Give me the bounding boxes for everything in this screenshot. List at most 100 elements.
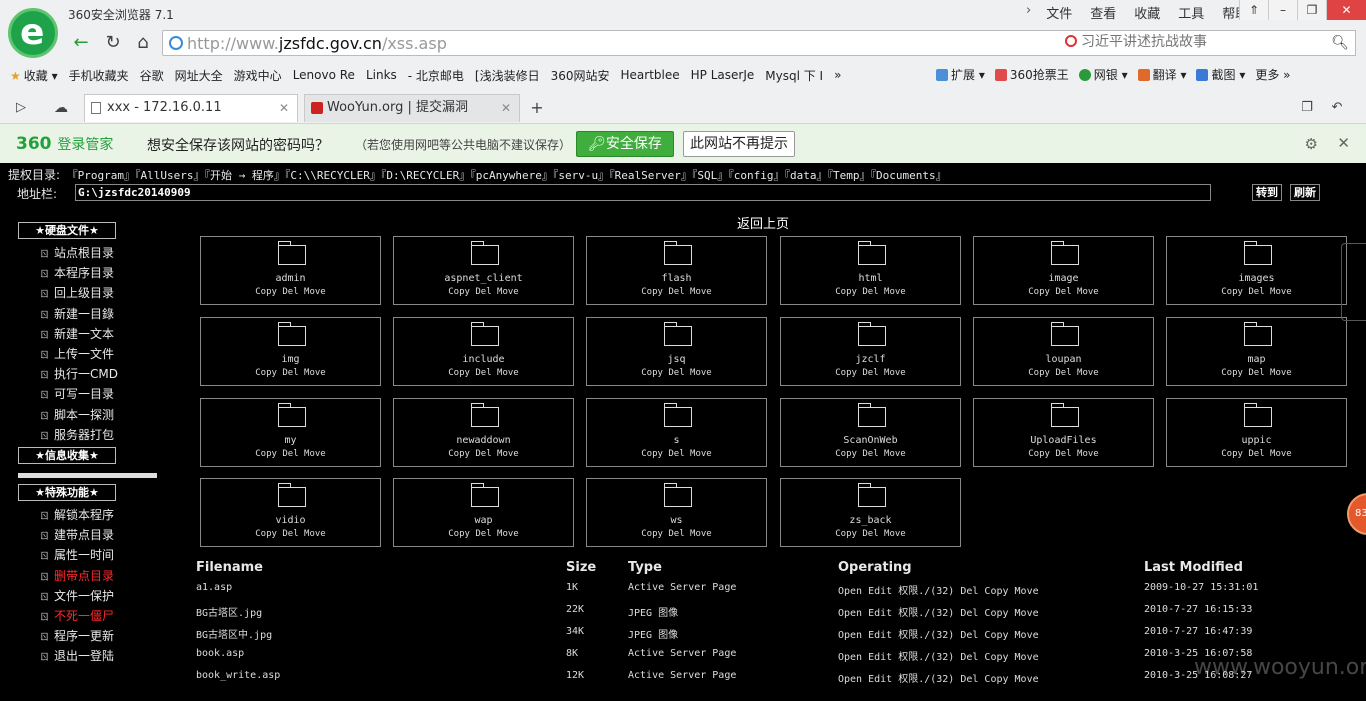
folder-item[interactable]: html Copy Del Move <box>780 236 961 305</box>
sidebar-item-disk[interactable]: ㄖ本程序目录 <box>40 264 158 284</box>
folder-name[interactable]: vidio <box>201 515 380 526</box>
sidebar-item-disk[interactable]: ㄖ执行一CMD <box>40 365 158 385</box>
search-box[interactable]: 🔍︎ <box>1059 30 1356 56</box>
file-operations[interactable]: Open Edit 权限./(32) Del Copy Move <box>838 582 1039 597</box>
search-input[interactable] <box>1081 34 1321 50</box>
folder-name[interactable]: html <box>781 273 960 284</box>
bank-button[interactable]: 网银 ▾ <box>1078 66 1128 83</box>
go-button[interactable]: 转到 <box>1252 184 1282 201</box>
file-name[interactable]: BG古塔区中.jpg <box>196 626 272 641</box>
folder-item[interactable]: aspnet_client Copy Del Move <box>393 236 574 305</box>
more-button[interactable]: 更多 » <box>1255 66 1290 83</box>
folder-name[interactable]: loupan <box>974 354 1153 365</box>
privilege-dirs-links[interactable]: 『Program』『AllUsers』『开始 → 程序』『C:\\RECYCLE… <box>67 169 947 182</box>
sidebar-item-disk[interactable]: ㄖ上传一文件 <box>40 345 158 365</box>
folder-name[interactable]: aspnet_client <box>394 273 573 284</box>
folder-name[interactable]: ScanOnWeb <box>781 435 960 446</box>
sidebar-item-disk[interactable]: ㄖ可写一目录 <box>40 385 158 405</box>
folder-name[interactable]: img <box>201 354 380 365</box>
folder-actions[interactable]: Copy Del Move <box>394 287 573 297</box>
folder-name[interactable]: map <box>1167 354 1346 365</box>
search-icon[interactable]: 🔍︎ <box>1331 35 1349 51</box>
menu-file[interactable]: 文件 <box>1037 3 1081 22</box>
sidebar-item-special[interactable]: ㄖ删带点目录 <box>40 567 158 587</box>
folder-actions[interactable]: Copy Del Move <box>974 368 1153 378</box>
folder-actions[interactable]: Copy Del Move <box>201 449 380 459</box>
folder-name[interactable]: admin <box>201 273 380 284</box>
tab-xxx[interactable]: xxx - 172.16.0.11 ✕ <box>84 94 298 122</box>
folder-actions[interactable]: Copy Del Move <box>201 368 380 378</box>
save-password-button[interactable]: 🔑︎安全保存 <box>576 131 674 157</box>
back-page-link[interactable]: 返回上页 <box>737 213 789 232</box>
folder-item[interactable]: map Copy Del Move <box>1166 317 1347 386</box>
folder-actions[interactable]: Copy Del Move <box>201 529 380 539</box>
folder-actions[interactable]: Copy Del Move <box>587 529 766 539</box>
bookmark-item[interactable]: Mysql 下 I <box>765 67 823 84</box>
folder-name[interactable]: jzclf <box>781 354 960 365</box>
folder-name[interactable]: ws <box>587 515 766 526</box>
column-header-type[interactable]: Type <box>628 560 662 575</box>
folder-item[interactable]: uppic Copy Del Move <box>1166 398 1347 467</box>
sidebar-item-special[interactable]: ㄖ属性一时间 <box>40 546 158 566</box>
folder-item[interactable]: s Copy Del Move <box>586 398 767 467</box>
folder-name[interactable]: jsq <box>587 354 766 365</box>
sidebar-item-disk[interactable]: ㄖ站点根目录 <box>40 244 158 264</box>
folder-actions[interactable]: Copy Del Move <box>587 368 766 378</box>
menu-favorites[interactable]: 收藏 <box>1125 3 1169 22</box>
folder-actions[interactable]: Copy Del Move <box>781 529 960 539</box>
sidebar-item-disk[interactable]: ㄖ新建一目錄 <box>40 305 158 325</box>
bookmark-item[interactable]: 手机收藏夹 <box>69 67 129 84</box>
back-arrow-icon[interactable]: ← <box>66 29 96 57</box>
notification-badge[interactable]: 83 <box>1347 493 1366 535</box>
sidebar-item-disk[interactable]: ㄖ服务器打包 <box>40 426 158 446</box>
folder-item[interactable]: jzclf Copy Del Move <box>780 317 961 386</box>
sidebar-toggle-icon[interactable]: ▷ <box>6 94 36 122</box>
file-name[interactable]: a1.asp <box>196 582 232 593</box>
folder-name[interactable]: my <box>201 435 380 446</box>
folder-actions[interactable]: Copy Del Move <box>974 287 1153 297</box>
url-text[interactable]: http://www.jzsfdc.gov.cn/xss.asp <box>187 34 447 53</box>
minimize-button[interactable]: – <box>1268 0 1297 20</box>
folder-actions[interactable]: Copy Del Move <box>394 529 573 539</box>
cloud-icon[interactable]: ☁ <box>46 94 76 122</box>
folder-name[interactable]: flash <box>587 273 766 284</box>
folder-item[interactable]: images Copy Del Move <box>1166 236 1347 305</box>
file-name[interactable]: book.asp <box>196 648 244 659</box>
gear-icon[interactable]: ⚙ <box>1305 135 1318 153</box>
menu-collapse-icon[interactable]: › <box>1020 3 1037 22</box>
file-operations[interactable]: Open Edit 权限./(32) Del Copy Move <box>838 648 1039 663</box>
bookmark-item[interactable]: HP LaserJe <box>691 68 755 82</box>
info-gather-header[interactable]: ★信息收集★ <box>18 447 116 465</box>
file-operations[interactable]: Open Edit 权限./(32) Del Copy Move <box>838 604 1039 619</box>
close-tab-icon[interactable]: ✕ <box>279 95 289 121</box>
folder-item[interactable]: include Copy Del Move <box>393 317 574 386</box>
home-icon[interactable]: ⌂ <box>128 29 158 57</box>
folder-item[interactable]: flash Copy Del Move <box>586 236 767 305</box>
folder-name[interactable]: newaddown <box>394 435 573 446</box>
folder-item[interactable]: newaddown Copy Del Move <box>393 398 574 467</box>
file-name[interactable]: BG古塔区.jpg <box>196 604 262 619</box>
folder-actions[interactable]: Copy Del Move <box>781 449 960 459</box>
sidebar-item-special[interactable]: ㄖ退出一登陆 <box>40 647 158 667</box>
file-name[interactable]: book_write.asp <box>196 670 280 681</box>
new-tab-icon[interactable]: + <box>522 94 552 122</box>
close-tab-icon[interactable]: ✕ <box>501 95 511 121</box>
sidebar-item-special[interactable]: ㄖ不死一僵尸 <box>40 607 158 627</box>
bookmark-item[interactable]: 谷歌 <box>140 67 164 84</box>
folder-item[interactable]: ws Copy Del Move <box>586 478 767 547</box>
folder-actions[interactable]: Copy Del Move <box>781 368 960 378</box>
bookmark-item[interactable]: - 北京邮电 <box>408 67 464 84</box>
folder-name[interactable]: images <box>1167 273 1346 284</box>
folder-item[interactable]: jsq Copy Del Move <box>586 317 767 386</box>
bookmark-item[interactable]: Links <box>366 68 397 82</box>
sidebar-item-disk[interactable]: ㄖ回上级目录 <box>40 284 158 304</box>
sidebar-item-disk[interactable]: ㄖ脚本一探测 <box>40 406 158 426</box>
extensions-button[interactable]: 扩展 ▾ <box>936 66 985 83</box>
folder-actions[interactable]: Copy Del Move <box>781 287 960 297</box>
folder-name[interactable]: uppic <box>1167 435 1346 446</box>
special-functions-header[interactable]: ★特殊功能★ <box>18 484 116 502</box>
folder-actions[interactable]: Copy Del Move <box>1167 368 1346 378</box>
bookmark-item[interactable]: [浅浅装修日 <box>475 67 540 84</box>
folder-actions[interactable]: Copy Del Move <box>201 287 380 297</box>
bookmark-item[interactable]: Lenovo Re <box>293 68 355 82</box>
